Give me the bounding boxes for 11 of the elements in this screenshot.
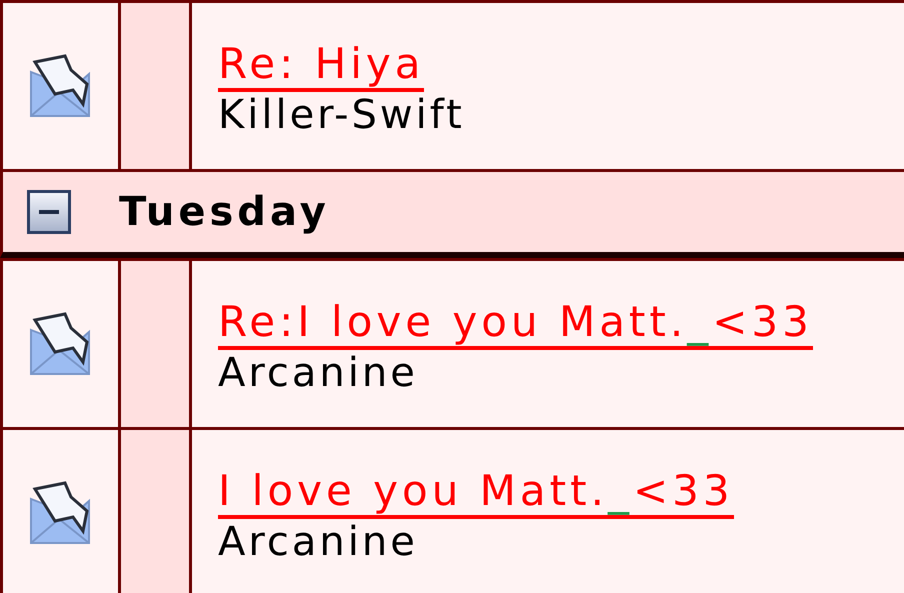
mail-icon	[28, 312, 92, 376]
message-sender: Killer-Swift	[218, 92, 466, 138]
collapse-button[interactable]	[27, 190, 71, 234]
message-subject-link[interactable]: Re:I love you Matt._<33	[218, 298, 813, 350]
mail-icon	[28, 54, 92, 118]
message-sender: Arcanine	[218, 350, 419, 396]
mail-icon	[28, 481, 92, 545]
message-sender: Arcanine	[218, 519, 419, 565]
group-label: Tuesday	[119, 189, 330, 235]
message-subject-link[interactable]: I love you Matt._<33	[218, 467, 734, 519]
message-subject-link[interactable]: Re: Hiya	[218, 40, 424, 92]
